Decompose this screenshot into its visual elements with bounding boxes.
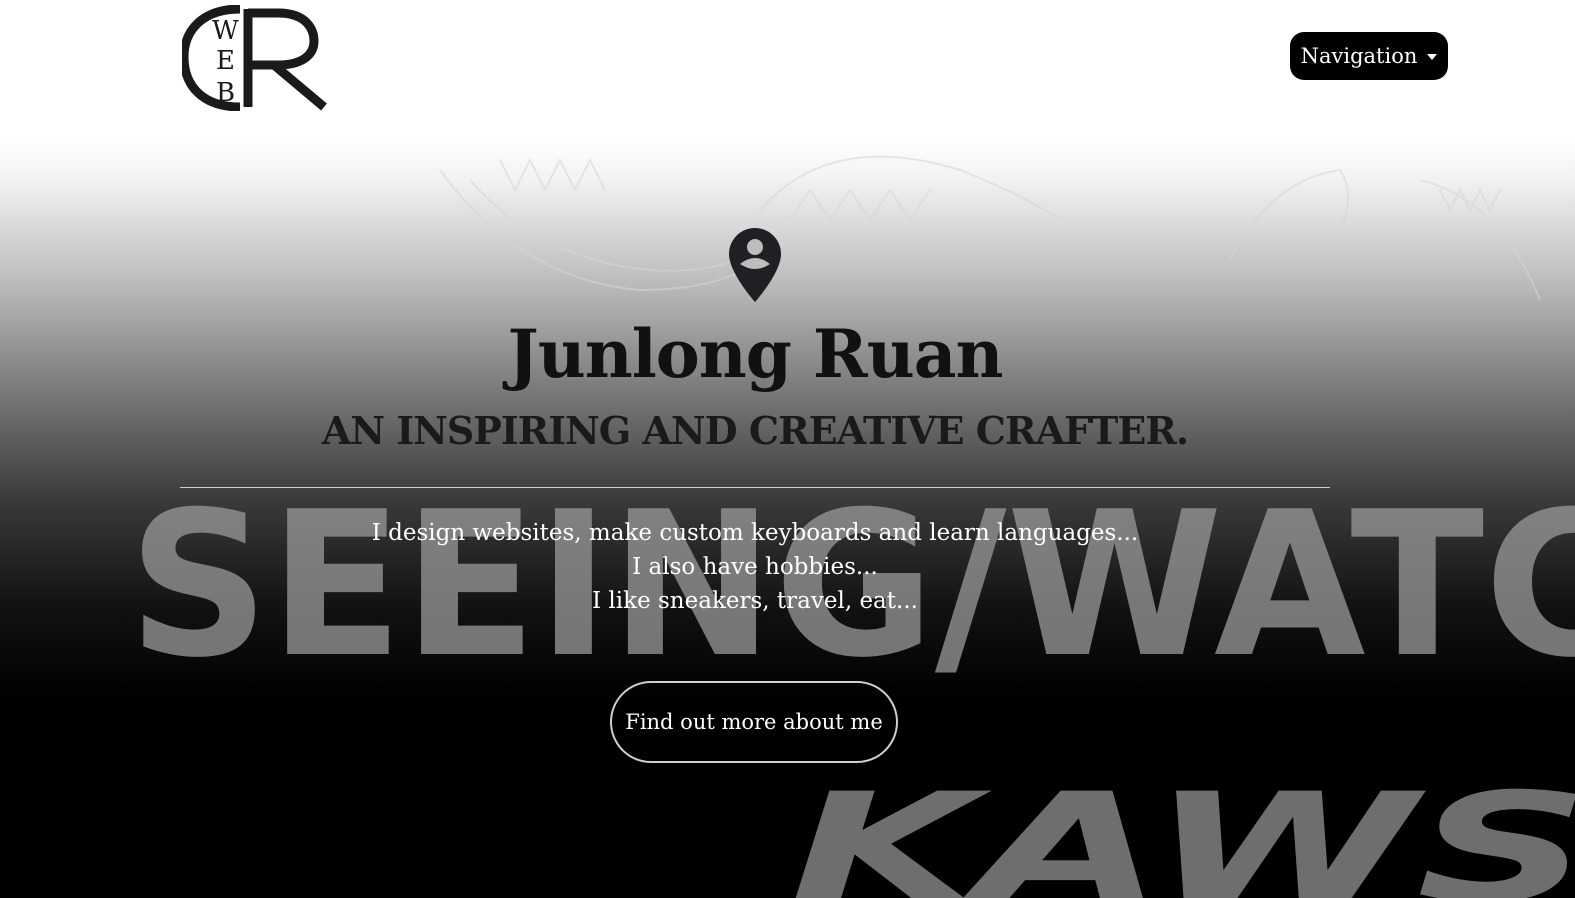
site-header: W E B Navigation bbox=[0, 0, 1575, 140]
navigation-label: Navigation bbox=[1300, 44, 1418, 68]
hero-description: I design websites, make custom keyboards… bbox=[0, 516, 1510, 618]
logo-letter-w: W bbox=[212, 16, 239, 46]
site-logo[interactable]: W E B bbox=[182, 5, 332, 111]
logo-letter-e: E bbox=[216, 46, 235, 76]
hero-section: SEEING/WATC KAWS Junlong Ruan AN INSPIRI… bbox=[0, 140, 1575, 898]
logo-letter-b: B bbox=[216, 78, 235, 108]
page: SEEING/WATC KAWS Junlong Ruan AN INSPIRI… bbox=[0, 0, 1575, 898]
description-line: I design websites, make custom keyboards… bbox=[371, 520, 1139, 546]
hero-content: Junlong Ruan AN INSPIRING AND CREATIVE C… bbox=[0, 140, 1575, 898]
hero-name: Junlong Ruan bbox=[507, 315, 1004, 393]
user-location-pin-icon bbox=[729, 228, 781, 302]
navigation-dropdown-button[interactable]: Navigation bbox=[1290, 32, 1448, 80]
description-line: I like sneakers, travel, eat... bbox=[592, 588, 918, 614]
caret-down-icon bbox=[1427, 54, 1438, 60]
find-out-more-button[interactable]: Find out more about me bbox=[610, 681, 898, 763]
hero-tagline: AN INSPIRING AND CREATIVE CRAFTER. bbox=[321, 408, 1189, 453]
hero-divider bbox=[180, 487, 1330, 488]
description-line: I also have hobbies... bbox=[632, 554, 878, 580]
